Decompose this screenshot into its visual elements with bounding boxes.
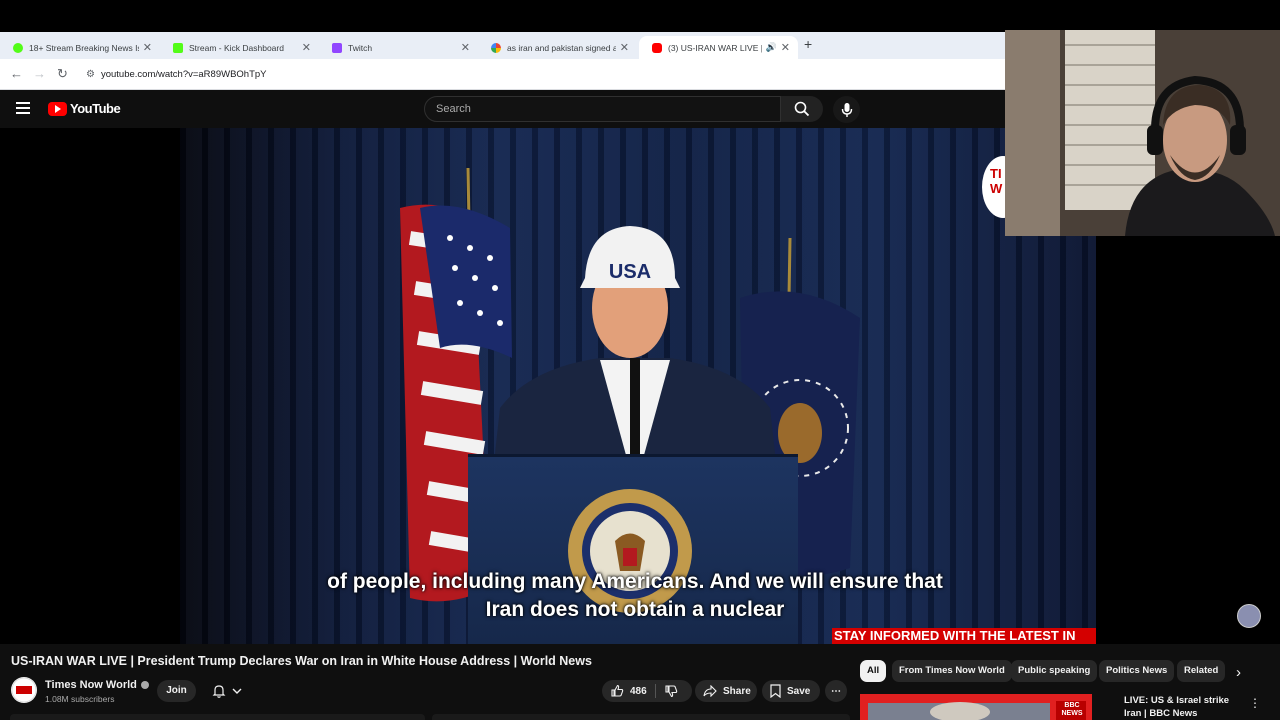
site-info-icon[interactable]: ⚙ (86, 69, 95, 80)
tab-kick-stream[interactable]: 18+ Stream Breaking News Isra ✕ (0, 36, 160, 59)
tab-title: Twitch (348, 42, 373, 53)
webcam-overlay (1005, 30, 1280, 236)
channel-name[interactable]: Times Now World (45, 679, 149, 691)
thumbs-down-icon[interactable] (664, 684, 678, 698)
subtitle-line-1: of people, including many Americans. And… (327, 570, 943, 593)
tab-strip: 18+ Stream Breaking News Isra ✕ Stream -… (0, 32, 1005, 59)
tab-twitch[interactable]: Twitch ✕ (319, 36, 478, 59)
tab-youtube-active[interactable]: (3) US-IRAN WAR LIVE | Pre 🔊 ✕ (639, 36, 798, 59)
search-input[interactable] (434, 102, 758, 116)
search-icon (794, 101, 810, 117)
kick-favicon-icon (13, 42, 23, 53)
chip-politics-news[interactable]: Politics News (1099, 660, 1175, 682)
times-now-logo-icon (11, 677, 37, 703)
forward-arrow-icon[interactable]: → (33, 66, 46, 81)
subscriber-count: 1.08M subscribers (45, 694, 115, 704)
more-actions-button[interactable]: ⋯ (825, 680, 847, 702)
kick-favicon-icon (173, 42, 183, 53)
video-title: US-IRAN WAR LIVE | President Trump Decla… (11, 654, 592, 668)
related-video-thumbnail[interactable]: BBC NEWS (860, 694, 1092, 720)
voice-search-button[interactable] (833, 96, 860, 123)
url-text: youtube.com/watch?v=aR89WBOhTpY (100, 68, 267, 80)
tab-kick-dashboard[interactable]: Stream - Kick Dashboard ✕ (160, 36, 319, 59)
back-arrow-icon[interactable]: ← (10, 66, 23, 81)
youtube-play-icon (48, 101, 67, 116)
channel-avatar[interactable] (11, 677, 37, 703)
verified-badge-icon (140, 681, 149, 690)
google-favicon-icon (491, 42, 501, 53)
save-bookmark-icon (770, 684, 781, 698)
tab-title: Stream - Kick Dashboard (189, 42, 284, 53)
news-ticker: STAY INFORMED WITH THE LATEST IN (832, 628, 1096, 644)
save-button[interactable]: Save (762, 680, 820, 702)
youtube-wordmark: YouTube (70, 101, 121, 116)
tab-google-search[interactable]: as iran and pakistan signed a p ✕ (478, 36, 637, 59)
like-dislike-group: 486 (602, 680, 692, 702)
youtube-masthead: YouTube (0, 90, 1005, 128)
streamer-webcam-image (1005, 30, 1280, 236)
more-horizontal-icon: ⋯ (831, 685, 841, 697)
video-subtitles: of people, including many Americans. And… (0, 568, 1270, 624)
channel-watermark-icon[interactable] (1237, 604, 1261, 628)
description-box-edge (10, 714, 425, 720)
save-label: Save (787, 685, 811, 697)
reload-icon[interactable]: ↻ (57, 66, 68, 82)
panel-edge (432, 714, 850, 720)
speaker-icon[interactable]: 🔊 (766, 42, 777, 53)
close-icon[interactable]: ✕ (143, 41, 152, 54)
cap-text: USA (609, 261, 651, 283)
bbc-news-logo: BBC NEWS (1061, 702, 1083, 717)
bell-icon (212, 685, 226, 698)
microphone-icon (841, 102, 852, 117)
chip-public-speaking[interactable]: Public speaking (1011, 660, 1098, 682)
like-divider (654, 684, 656, 698)
close-icon[interactable]: ✕ (620, 41, 629, 54)
like-count: 486 (630, 685, 647, 697)
related-filter-chips: All From Times Now World Public speaking… (860, 660, 1265, 682)
join-button[interactable]: Join (157, 680, 196, 702)
hamburger-menu-icon[interactable] (16, 100, 30, 114)
tab-title: 18+ Stream Breaking News Isra (29, 42, 139, 53)
notifications-button[interactable] (202, 680, 252, 702)
like-button[interactable]: 486 (610, 684, 647, 698)
new-tab-button[interactable]: + (804, 36, 812, 52)
youtube-logo[interactable]: YouTube (48, 101, 121, 116)
share-icon (703, 685, 717, 697)
chevron-down-icon (232, 688, 242, 694)
channel-name-text: Times Now World (45, 679, 137, 691)
search-button[interactable] (781, 96, 823, 122)
share-label: Share (723, 685, 751, 697)
chevron-right-icon[interactable]: › (1236, 664, 1241, 681)
tab-title: as iran and pakistan signed a p (507, 42, 616, 53)
share-button[interactable]: Share (695, 680, 757, 702)
close-icon[interactable]: ✕ (461, 41, 470, 54)
subtitle-line-2: Iran does not obtain a nuclear (485, 598, 785, 621)
close-icon[interactable]: ✕ (781, 41, 790, 54)
search-box (424, 96, 781, 122)
close-icon[interactable]: ✕ (302, 41, 311, 54)
thumbs-up-icon (611, 684, 624, 697)
chip-related[interactable]: Related (1177, 660, 1225, 682)
chip-from-channel[interactable]: From Times Now World (892, 660, 1012, 682)
tab-title: (3) US-IRAN WAR LIVE | Pre (668, 42, 762, 53)
chip-all[interactable]: All (860, 660, 887, 682)
omnibox[interactable]: ⚙ youtube.com/watch?v=aR89WBOhTpY (82, 63, 992, 85)
address-bar: ← → ↻ ⚙ youtube.com/watch?v=aR89WBOhTpY (0, 59, 1005, 90)
youtube-favicon-icon (652, 42, 662, 53)
twitch-favicon-icon (332, 42, 342, 53)
screen-top-bar (0, 0, 1280, 32)
more-vertical-icon[interactable]: ⋮ (1249, 696, 1261, 710)
related-video-title[interactable]: LIVE: US & Israel strike Iran | BBC News (1124, 694, 1248, 720)
